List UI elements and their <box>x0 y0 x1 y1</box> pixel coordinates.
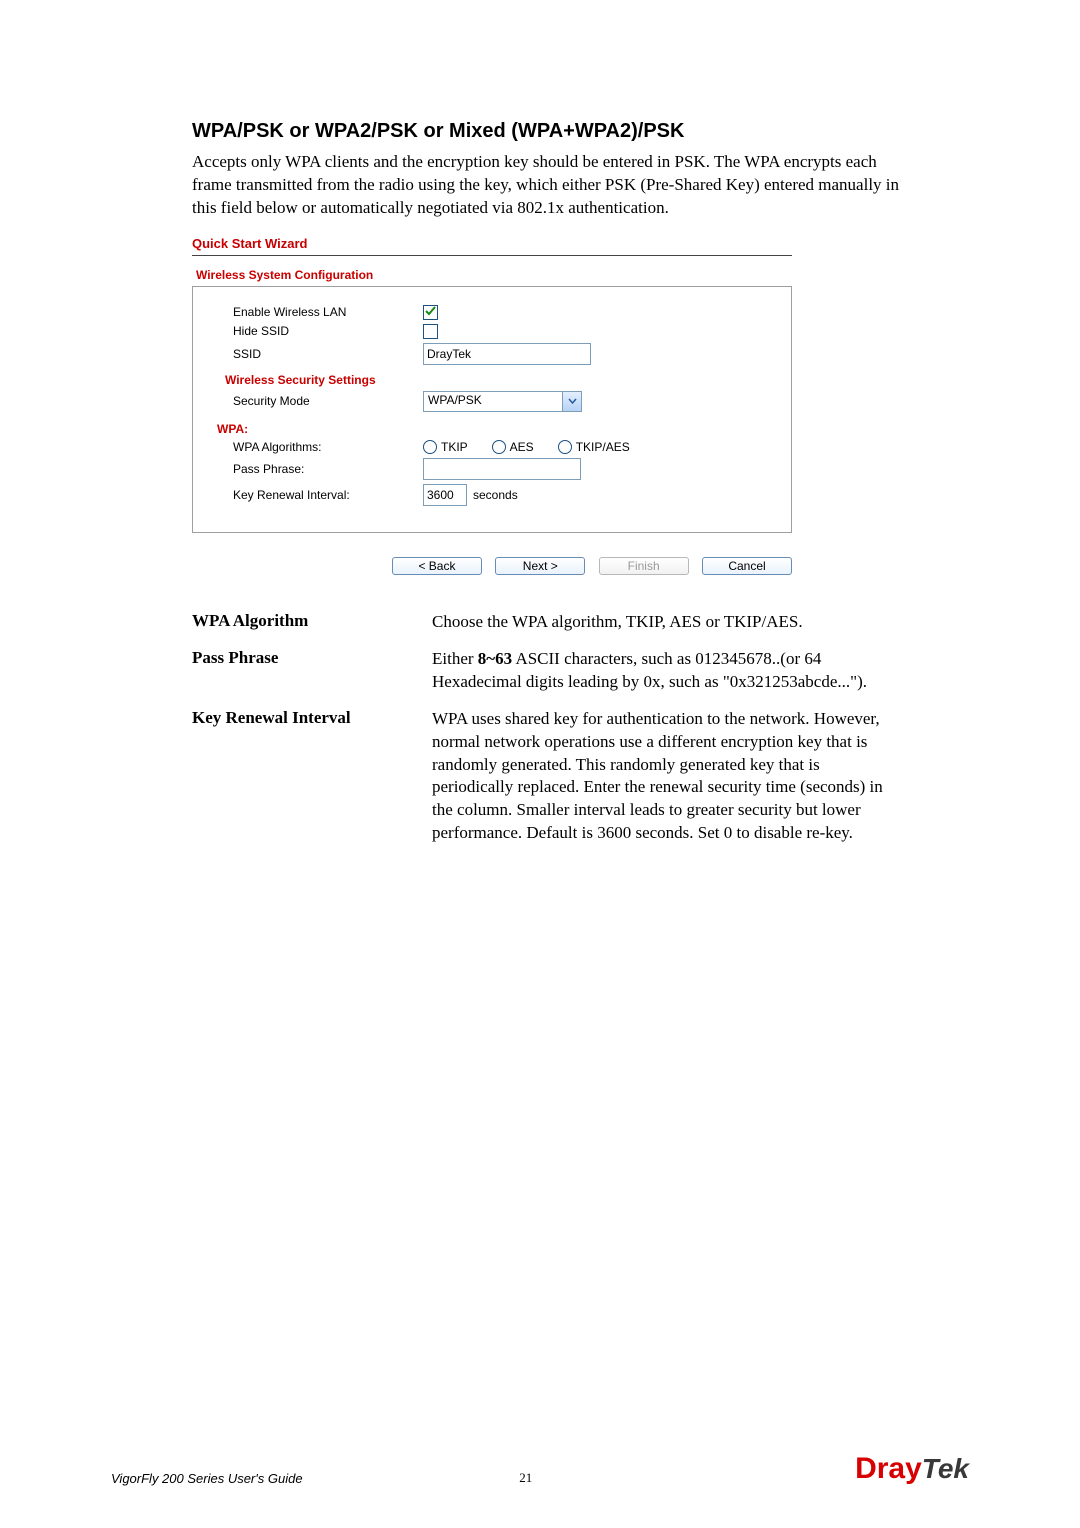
pass-phrase-input[interactable] <box>423 458 581 480</box>
definition-term: WPA Algorithm <box>192 611 432 634</box>
ssid-input[interactable] <box>423 343 591 365</box>
definitions-list: WPA Algorithm Choose the WPA algorithm, … <box>192 611 900 845</box>
brand-text-left: Dray <box>855 1452 922 1485</box>
brand-logo: DrayTek <box>855 1452 969 1486</box>
config-panel: Enable Wireless LAN Hide SSID SSID <box>192 286 792 533</box>
radio-label: AES <box>510 440 534 454</box>
panel-title: Wireless System Configuration <box>196 268 792 282</box>
radio-label: TKIP/AES <box>576 440 630 454</box>
definition-term: Key Renewal Interval <box>192 708 432 846</box>
security-mode-value: WPA/PSK <box>424 392 562 411</box>
wizard-title: Quick Start Wizard <box>192 234 792 253</box>
divider <box>192 255 792 256</box>
definition-desc: WPA uses shared key for authentication t… <box>432 708 900 846</box>
section-heading: WPA/PSK or WPA2/PSK or Mixed (WPA+WPA2)/… <box>192 120 900 143</box>
hide-ssid-label: Hide SSID <box>213 324 423 338</box>
definition-desc: Choose the WPA algorithm, TKIP, AES or T… <box>432 611 900 634</box>
enable-wlan-label: Enable Wireless LAN <box>213 305 423 319</box>
key-renewal-label: Key Renewal Interval: <box>213 488 423 502</box>
definition-row: Key Renewal Interval WPA uses shared key… <box>192 708 900 846</box>
finish-button: Finish <box>599 557 689 575</box>
definition-term: Pass Phrase <box>192 648 432 694</box>
wizard-screenshot: Quick Start Wizard Wireless System Confi… <box>192 234 792 575</box>
next-button[interactable]: Next > <box>495 557 585 575</box>
footer-guide: VigorFly 200 Series User's Guide <box>111 1471 303 1486</box>
enable-wlan-checkbox[interactable] <box>423 305 438 320</box>
brand-text-right: Tek <box>922 1453 969 1484</box>
definition-row: WPA Algorithm Choose the WPA algorithm, … <box>192 611 900 634</box>
chevron-down-icon[interactable] <box>562 392 581 411</box>
wireless-security-settings-header: Wireless Security Settings <box>225 373 771 387</box>
hide-ssid-checkbox[interactable] <box>423 324 438 339</box>
wpa-algo-radio-tkip-aes[interactable]: TKIP/AES <box>558 440 630 454</box>
ssid-label: SSID <box>213 347 423 361</box>
wpa-algorithms-label: WPA Algorithms: <box>213 440 423 454</box>
wpa-algo-radio-aes[interactable]: AES <box>492 440 534 454</box>
key-renewal-input[interactable] <box>423 484 467 506</box>
intro-paragraph: Accepts only WPA clients and the encrypt… <box>192 151 900 220</box>
key-renewal-unit: seconds <box>473 488 518 502</box>
page-number: 21 <box>519 1470 532 1486</box>
definition-desc: Either 8~63 ASCII characters, such as 01… <box>432 648 900 694</box>
wizard-nav: < Back Next > Finish Cancel <box>192 557 792 575</box>
cancel-button[interactable]: Cancel <box>702 557 792 575</box>
radio-label: TKIP <box>441 440 468 454</box>
back-button[interactable]: < Back <box>392 557 482 575</box>
page-footer: VigorFly 200 Series User's Guide 21 Dray… <box>111 1452 969 1486</box>
security-mode-select[interactable]: WPA/PSK <box>423 391 582 412</box>
pass-phrase-label: Pass Phrase: <box>213 462 423 476</box>
wpa-section-header: WPA: <box>217 422 771 436</box>
wpa-algo-radio-tkip[interactable]: TKIP <box>423 440 468 454</box>
definition-row: Pass Phrase Either 8~63 ASCII characters… <box>192 648 900 694</box>
security-mode-label: Security Mode <box>213 394 423 408</box>
